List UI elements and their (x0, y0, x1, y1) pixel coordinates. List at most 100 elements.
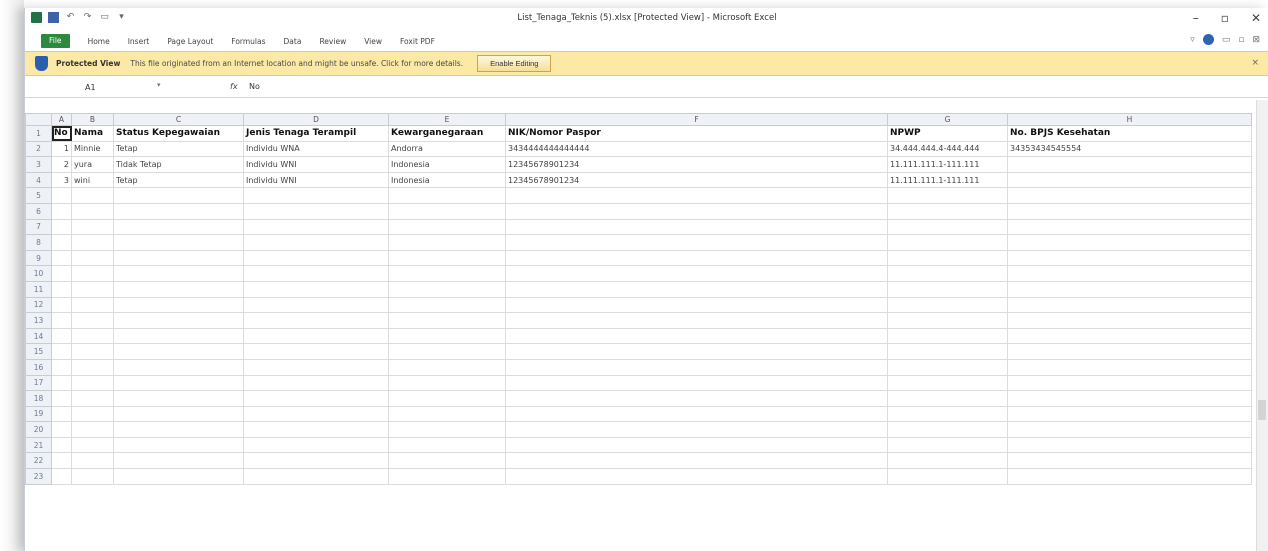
table-cell[interactable] (1007, 187, 1252, 204)
tab-view[interactable]: View (364, 37, 382, 46)
table-cell[interactable] (388, 187, 506, 204)
table-cell[interactable] (1007, 468, 1252, 485)
table-cell[interactable] (243, 405, 389, 423)
table-cell[interactable] (1007, 265, 1252, 282)
table-cell[interactable] (71, 358, 114, 376)
table-cell[interactable] (71, 327, 114, 345)
column-header-f[interactable]: F (505, 113, 888, 126)
column-header-h[interactable]: H (1007, 113, 1252, 126)
column-header-c[interactable]: C (113, 113, 244, 126)
table-cell[interactable]: Tidak Tetap (113, 156, 244, 173)
formula-input[interactable]: No (249, 82, 260, 91)
row-header[interactable]: 17 (25, 374, 52, 392)
table-cell[interactable] (887, 436, 1008, 454)
workbook-close-icon[interactable]: ⊠ (1252, 35, 1260, 45)
row-header[interactable]: 2 (25, 140, 52, 158)
table-cell[interactable] (243, 343, 389, 360)
table-cell[interactable] (388, 405, 506, 423)
tab-insert[interactable]: Insert (128, 37, 150, 46)
table-cell[interactable] (113, 202, 244, 220)
table-cell[interactable] (113, 374, 244, 392)
row-header[interactable]: 7 (25, 218, 52, 236)
table-cell[interactable] (1007, 280, 1252, 298)
table-cell[interactable] (51, 421, 72, 438)
table-cell[interactable]: 12345678901234 (505, 156, 888, 173)
row-header[interactable]: 16 (25, 358, 52, 376)
name-box[interactable]: A1 (31, 81, 166, 95)
table-cell[interactable] (71, 265, 114, 282)
table-cell[interactable] (388, 280, 506, 298)
row-header[interactable]: 20 (25, 421, 52, 438)
table-cell[interactable] (243, 436, 389, 454)
table-cell[interactable] (71, 312, 114, 329)
table-cell[interactable] (887, 343, 1008, 360)
table-cell[interactable] (1007, 202, 1252, 220)
tab-formulas[interactable]: Formulas (231, 37, 265, 46)
table-cell[interactable] (243, 202, 389, 220)
table-cell[interactable] (113, 187, 244, 204)
table-cell[interactable] (887, 249, 1008, 267)
table-cell[interactable] (71, 234, 114, 251)
table-cell[interactable] (51, 405, 72, 423)
table-cell[interactable] (505, 296, 888, 314)
table-cell[interactable] (113, 421, 244, 438)
table-cell[interactable] (243, 296, 389, 314)
table-cell[interactable] (505, 390, 888, 407)
table-cell[interactable] (505, 421, 888, 438)
table-cell[interactable]: 2 (51, 156, 72, 173)
table-cell[interactable] (243, 234, 389, 251)
table-cell[interactable] (887, 374, 1008, 392)
row-header[interactable]: 12 (25, 296, 52, 314)
minimize-icon[interactable]: – (1193, 11, 1199, 25)
table-cell[interactable] (388, 468, 506, 485)
table-cell[interactable]: 11.111.111.1-111.111 (887, 156, 1008, 173)
table-cell[interactable] (505, 249, 888, 267)
table-cell[interactable] (71, 436, 114, 454)
table-cell[interactable] (1007, 234, 1252, 251)
table-cell[interactable] (887, 218, 1008, 236)
workbook-restore-icon[interactable]: ▫ (1238, 35, 1244, 45)
table-cell[interactable]: Individu WNA (243, 140, 389, 158)
table-cell[interactable] (243, 265, 389, 282)
table-cell[interactable] (243, 374, 389, 392)
tab-home[interactable]: Home (88, 37, 110, 46)
table-cell[interactable] (388, 218, 506, 236)
table-cell[interactable] (51, 312, 72, 329)
table-cell[interactable] (243, 312, 389, 329)
table-cell[interactable] (1007, 296, 1252, 314)
table-cell[interactable] (113, 280, 244, 298)
table-cell[interactable] (71, 421, 114, 438)
table-cell[interactable] (505, 436, 888, 454)
table-cell[interactable] (505, 218, 888, 236)
column-header-b[interactable]: B (71, 113, 114, 126)
cell-h1[interactable]: No. BPJS Kesehatan (1007, 125, 1252, 142)
table-cell[interactable] (71, 452, 114, 470)
name-box-dropdown-icon[interactable]: ▾ (157, 81, 161, 89)
table-cell[interactable] (113, 234, 244, 251)
table-cell[interactable] (71, 468, 114, 485)
cell-c1[interactable]: Status Kepegawaian (113, 125, 244, 142)
table-cell[interactable] (51, 358, 72, 376)
table-cell[interactable] (51, 390, 72, 407)
table-cell[interactable] (71, 187, 114, 204)
table-cell[interactable]: Tetap (113, 171, 244, 189)
table-cell[interactable] (1007, 171, 1252, 189)
row-header[interactable]: 19 (25, 405, 52, 423)
table-cell[interactable] (505, 452, 888, 470)
table-cell[interactable]: Andorra (388, 140, 506, 158)
table-cell[interactable] (243, 421, 389, 438)
table-cell[interactable] (1007, 156, 1252, 173)
row-header[interactable]: 13 (25, 312, 52, 329)
insert-function-icon[interactable]: fx (230, 82, 238, 91)
table-cell[interactable] (51, 468, 72, 485)
table-cell[interactable] (887, 312, 1008, 329)
table-cell[interactable] (71, 218, 114, 236)
column-header-e[interactable]: E (388, 113, 506, 126)
table-cell[interactable] (505, 312, 888, 329)
table-cell[interactable] (1007, 343, 1252, 360)
row-header[interactable]: 9 (25, 249, 52, 267)
table-cell[interactable] (243, 187, 389, 204)
table-cell[interactable] (388, 312, 506, 329)
table-cell[interactable] (887, 265, 1008, 282)
table-cell[interactable] (887, 468, 1008, 485)
